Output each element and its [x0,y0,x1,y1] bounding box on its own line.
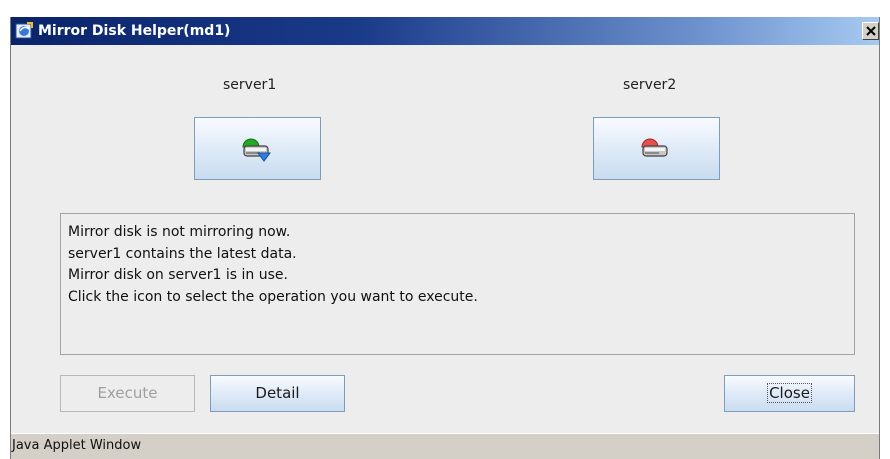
server2-disk-button[interactable] [593,117,720,180]
message-line: Click the icon to select the operation y… [68,288,478,305]
close-button[interactable]: Close [724,375,855,412]
server1-disk-button[interactable] [194,117,321,180]
execute-button[interactable]: Execute [60,375,195,412]
close-button-label: Close [767,383,812,403]
mirror-disk-helper-window: Mirror Disk Helper(md1) server1 server2 … [10,17,880,459]
mirror-disk-active-icon [242,138,271,162]
mirror-disk-error-icon [641,138,668,157]
message-line: Mirror disk on server1 is in use. [68,267,288,283]
status-bar-text: Java Applet Window [12,438,142,453]
title-bar[interactable]: Mirror Disk Helper(md1) [11,17,879,45]
detail-button[interactable]: Detail [210,375,345,412]
status-bar: Java Applet Window [11,433,879,459]
message-line: Mirror disk is not mirroring now. [68,224,291,240]
window-title: Mirror Disk Helper(md1) [38,23,231,39]
window-close-button[interactable] [862,22,879,40]
server2-label: server2 [623,77,677,93]
close-icon [866,26,876,36]
status-message-panel: Mirror disk is not mirroring now. server… [60,213,855,355]
server1-label: server1 [223,77,277,93]
message-line: server1 contains the latest data. [68,245,297,262]
java-applet-icon [15,21,34,40]
